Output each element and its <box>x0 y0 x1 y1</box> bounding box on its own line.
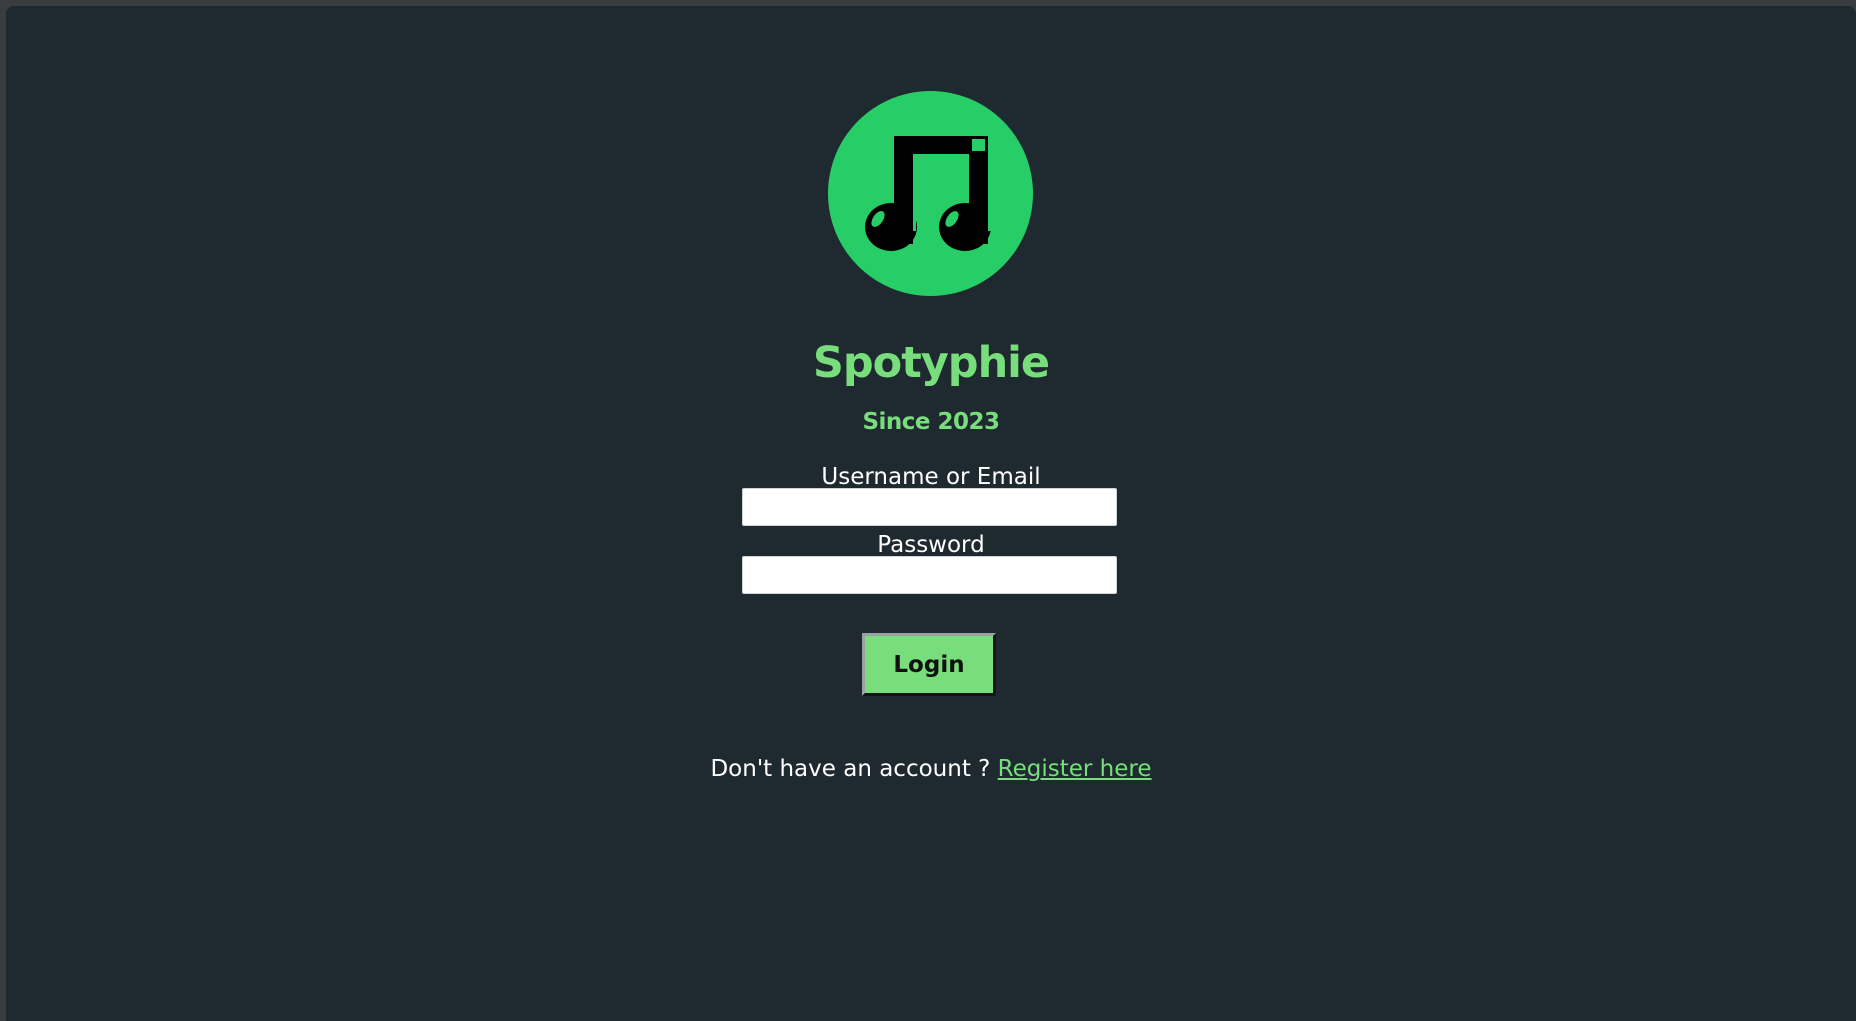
login-button[interactable]: Login <box>862 633 996 696</box>
password-label: Password <box>877 532 985 558</box>
register-prompt: Don't have an account ? Register here <box>6 756 1856 782</box>
app-subtitle: Since 2023 <box>862 409 1000 435</box>
username-input[interactable] <box>742 488 1117 526</box>
app-logo <box>828 91 1033 296</box>
username-label: Username or Email <box>821 464 1041 490</box>
login-page: Spotyphie Since 2023 Username or Email P… <box>6 6 1856 1021</box>
music-notes-icon <box>828 91 1033 296</box>
register-prompt-text: Don't have an account ? <box>710 756 991 782</box>
app-title: Spotyphie <box>812 338 1050 388</box>
register-link[interactable]: Register here <box>998 756 1152 782</box>
password-input[interactable] <box>742 556 1117 594</box>
